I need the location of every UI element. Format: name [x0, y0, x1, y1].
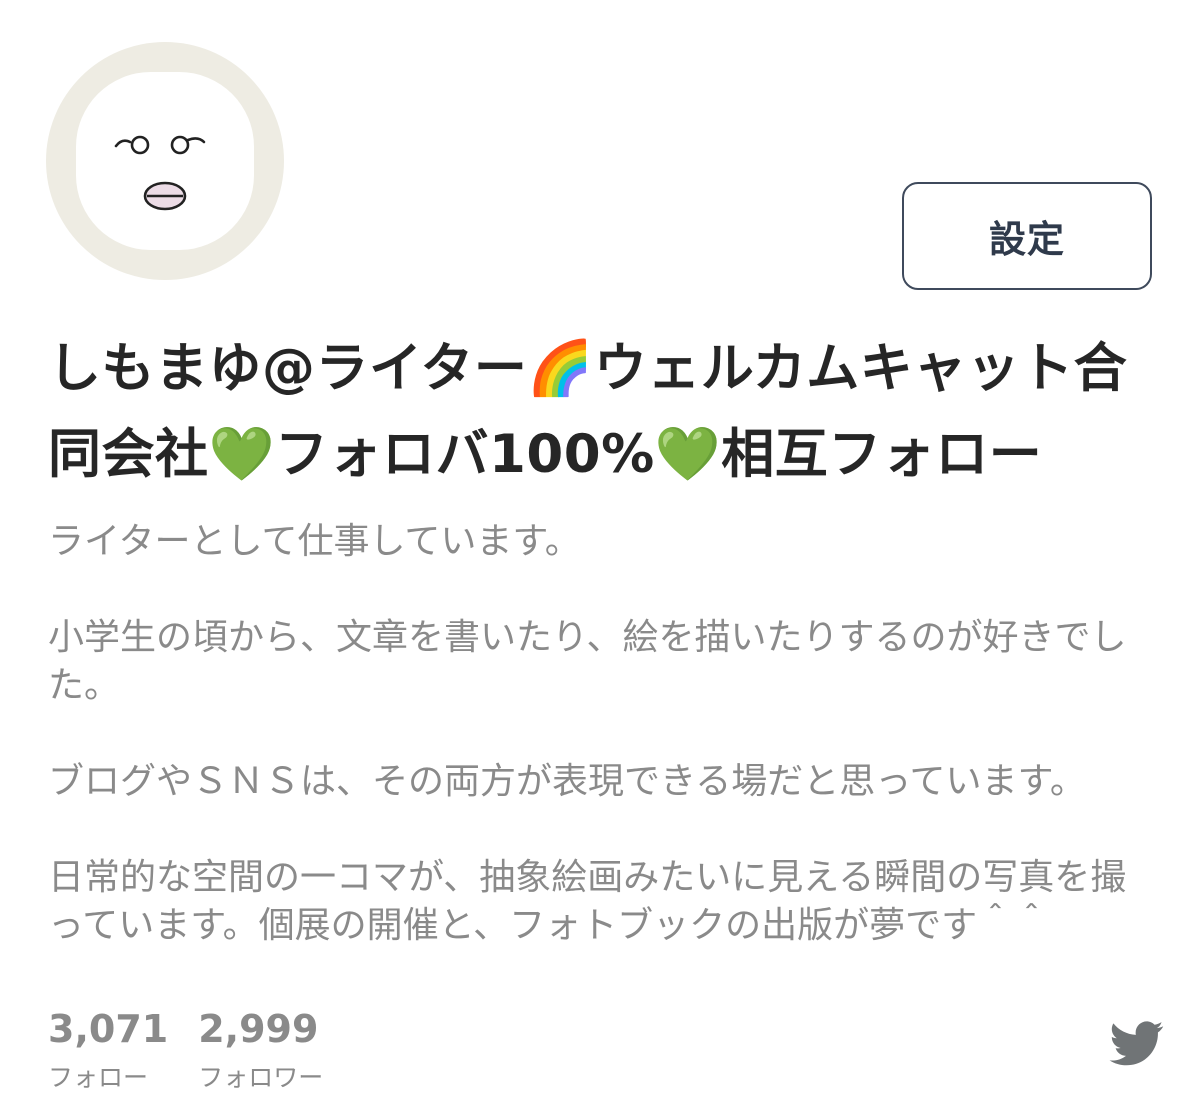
settings-button[interactable]: 設定	[902, 182, 1152, 290]
following-label: フォロー	[48, 1063, 149, 1092]
following-count: 3,071	[48, 1007, 169, 1051]
avatar[interactable]	[46, 42, 284, 280]
profile-stats: 3,071 フォロー 2,999 フォロワー	[48, 1004, 323, 1098]
display-name: しもまゆ@ライター🌈ウェルカムキャット合同会社💚フォロバ100%💚相互フォロー	[48, 338, 1128, 485]
followers-label: フォロワー	[198, 1063, 324, 1092]
bio-paragraph: 小学生の頃から、文章を書いたり、絵を描いたりするのが好きでした。	[48, 617, 1127, 706]
followers-stat[interactable]: 2,999 フォロワー	[198, 1004, 323, 1098]
bio-paragraph: ライターとして仕事しています。	[48, 521, 581, 562]
bio-paragraph: 日常的な空間の一コマが、抽象絵画みたいに見える瞬間の写真を撮っています。個展の開…	[48, 857, 1127, 946]
twitter-bird-icon[interactable]	[1106, 1016, 1168, 1070]
bio: ライターとして仕事しています。 小学生の頃から、文章を書いたり、絵を描いたりする…	[48, 518, 1160, 950]
face-illustration-icon	[114, 135, 206, 211]
following-stat[interactable]: 3,071 フォロー	[48, 1004, 168, 1098]
bio-paragraph: ブログやＳＮＳは、その両方が表現できる場だと思っています。	[48, 761, 1086, 802]
followers-count: 2,999	[198, 1007, 319, 1051]
